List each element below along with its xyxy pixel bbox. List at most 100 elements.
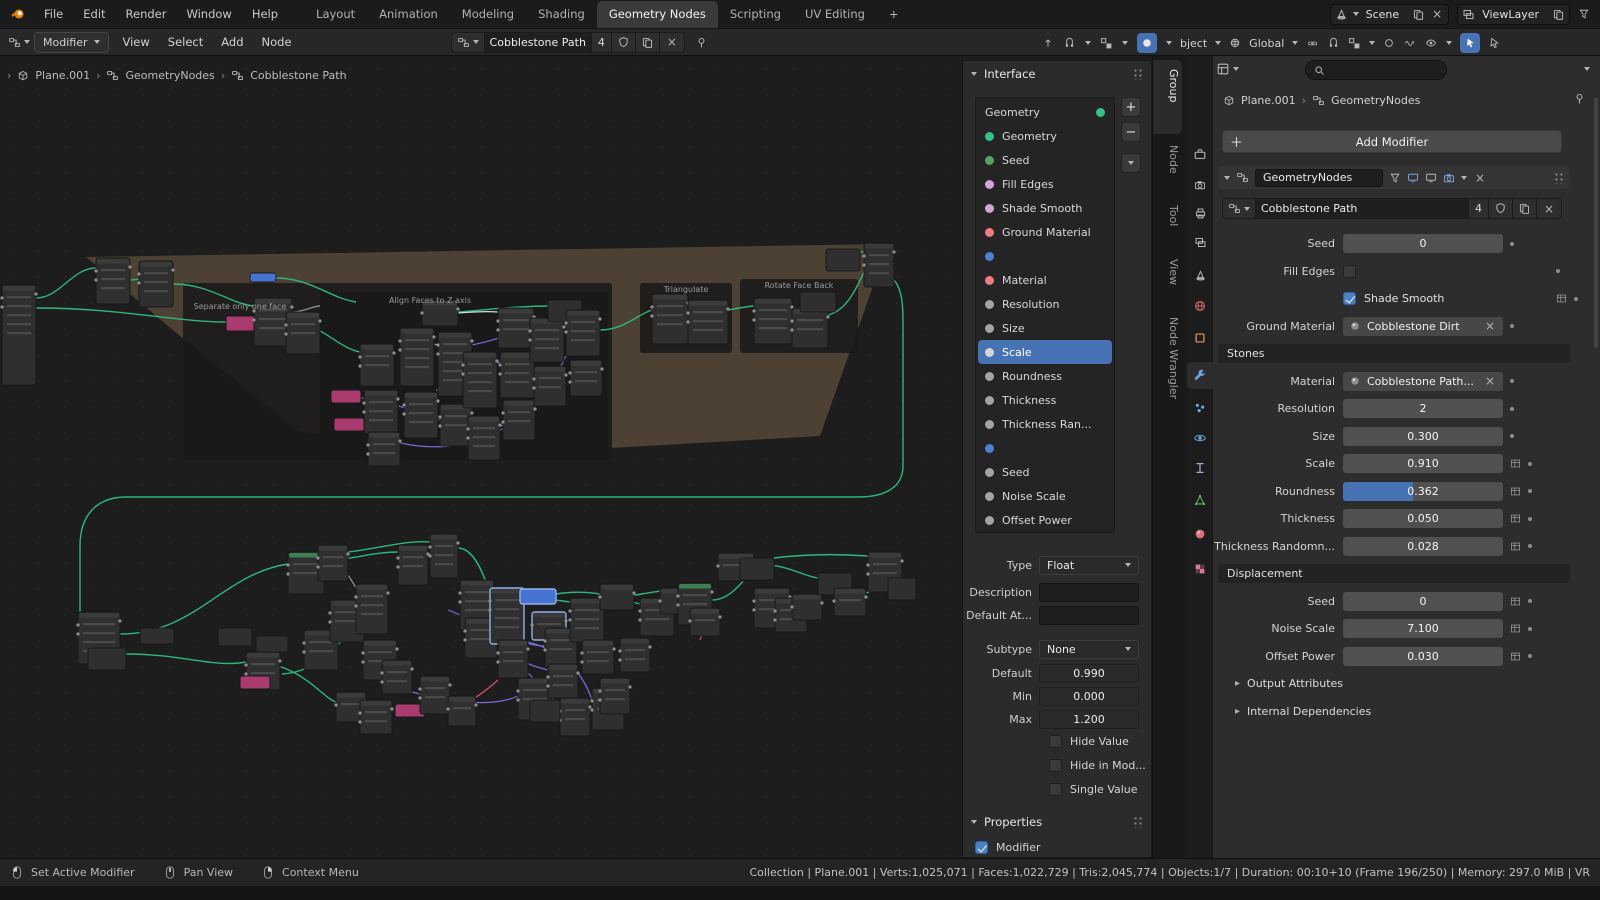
menu-window[interactable]: Window — [176, 7, 241, 21]
node-socket[interactable] — [128, 265, 131, 268]
node[interactable] — [800, 292, 836, 312]
panel-grip-icon[interactable] — [1133, 68, 1143, 80]
node-socket[interactable] — [346, 552, 349, 555]
value-field[interactable]: 0.300 — [1343, 427, 1503, 446]
node-socket[interactable] — [618, 658, 621, 661]
node-socket[interactable] — [290, 305, 293, 308]
node[interactable] — [139, 261, 173, 307]
node-socket[interactable] — [456, 307, 459, 310]
node-socket[interactable] — [598, 698, 601, 701]
new-node-group-button[interactable] — [636, 32, 660, 53]
menu-view[interactable]: View — [113, 35, 158, 49]
node-socket[interactable] — [598, 689, 601, 692]
snap-target-icon[interactable] — [1100, 37, 1113, 50]
remove-socket-button[interactable]: − — [1121, 122, 1141, 142]
node[interactable] — [2, 285, 36, 385]
node-socket[interactable] — [458, 600, 461, 603]
node-socket[interactable] — [590, 708, 593, 711]
node-socket[interactable] — [600, 367, 603, 370]
node-socket[interactable] — [862, 254, 865, 257]
workspace-tab-shading[interactable]: Shading — [526, 1, 597, 28]
node[interactable] — [826, 249, 860, 271]
edit-mode-toggle-icon[interactable] — [1407, 172, 1419, 184]
blender-logo-icon[interactable] — [10, 6, 26, 22]
node-socket[interactable] — [564, 330, 567, 333]
browse-node-group-button[interactable] — [451, 32, 485, 53]
input-attribute-toggle-icon[interactable] — [1510, 623, 1521, 634]
workspace-tab-geometry-nodes[interactable]: Geometry Nodes — [597, 1, 718, 28]
node-socket[interactable] — [334, 703, 337, 706]
overlays-toggle[interactable] — [1137, 33, 1157, 53]
checkbox[interactable] — [1343, 292, 1356, 305]
description-field[interactable] — [1039, 583, 1139, 602]
node-socket[interactable] — [632, 591, 635, 594]
node-socket[interactable] — [284, 332, 287, 335]
properties-tab-view-layer[interactable] — [1187, 229, 1213, 256]
node-socket[interactable] — [0, 305, 3, 308]
checkbox[interactable] — [1049, 735, 1062, 748]
node-socket[interactable] — [568, 371, 571, 374]
node[interactable] — [490, 588, 524, 644]
pin-icon[interactable] — [1573, 92, 1586, 105]
value-field[interactable]: 7.100 — [1343, 619, 1503, 638]
mode-dropdown[interactable]: Modifier — [34, 32, 109, 53]
node-socket[interactable] — [354, 604, 357, 607]
modifier-extras-icon[interactable] — [1461, 176, 1467, 180]
node-socket[interactable] — [436, 343, 439, 346]
new-node-group-button[interactable] — [1513, 198, 1537, 219]
modifier-name-field[interactable]: GeometryNodes — [1255, 169, 1383, 187]
properties-tab-object-data[interactable] — [1187, 486, 1213, 513]
checkbox-row-single-value[interactable]: Single Value — [1049, 783, 1138, 796]
checkbox-row-hide-in-mod-[interactable]: Hide in Mod... — [1049, 759, 1146, 772]
node-socket[interactable] — [318, 319, 321, 322]
properties-tab-modifiers[interactable] — [1187, 362, 1213, 389]
panel-grip-icon[interactable] — [1133, 816, 1143, 828]
node-socket[interactable] — [866, 572, 869, 575]
node-socket[interactable] — [532, 377, 535, 380]
viewlayer-selector[interactable]: ViewLayer — [1457, 4, 1570, 25]
checkbox[interactable] — [1049, 783, 1062, 796]
node-socket[interactable] — [716, 564, 719, 567]
node-socket[interactable] — [568, 609, 571, 612]
node[interactable] — [420, 676, 450, 714]
node-socket[interactable] — [302, 641, 305, 644]
node[interactable] — [226, 316, 258, 331]
properties-tab-constraints[interactable] — [1187, 454, 1213, 481]
properties-tab-tool[interactable] — [1187, 140, 1213, 167]
value-field[interactable]: 0.030 — [1343, 647, 1503, 666]
node-socket[interactable] — [588, 705, 591, 708]
node-socket[interactable] — [302, 650, 305, 653]
node-socket[interactable] — [402, 412, 405, 415]
node-socket[interactable] — [418, 687, 421, 690]
node-socket[interactable] — [466, 436, 469, 439]
node-socket[interactable] — [650, 305, 653, 308]
decorator-dot[interactable] — [1510, 379, 1514, 383]
menu-node[interactable]: Node — [253, 35, 301, 49]
decorator-dot[interactable] — [1528, 599, 1532, 603]
input-attribute-toggle-icon[interactable] — [1510, 458, 1521, 469]
node-socket[interactable] — [638, 609, 641, 612]
node-socket[interactable] — [252, 318, 255, 321]
node-socket[interactable] — [358, 720, 361, 723]
scene-selector[interactable]: Scene × — [1330, 4, 1450, 25]
menu-file[interactable]: File — [34, 7, 73, 21]
breadcrumb-modifier[interactable]: GeometryNodes — [1331, 94, 1420, 107]
node-socket[interactable] — [474, 703, 477, 706]
node-socket[interactable] — [358, 355, 361, 358]
workspace-tab-animation[interactable]: Animation — [367, 1, 450, 28]
value-field[interactable]: 2 — [1343, 399, 1503, 418]
node[interactable] — [463, 352, 497, 408]
proportional-editing-icon[interactable] — [1383, 37, 1395, 49]
node-socket[interactable] — [316, 556, 319, 559]
interface-item-size[interactable]: Size — [978, 316, 1112, 340]
interface-item-offset-power[interactable]: Offset Power — [978, 508, 1112, 532]
node[interactable] — [88, 648, 126, 670]
node[interactable] — [566, 310, 600, 356]
decorator-dot[interactable] — [1510, 407, 1514, 411]
node[interactable] — [500, 352, 534, 398]
node-socket[interactable] — [316, 565, 319, 568]
viewlayer-name[interactable]: ViewLayer — [1480, 8, 1547, 21]
node-socket[interactable] — [752, 599, 755, 602]
node-socket[interactable] — [866, 563, 869, 566]
node[interactable] — [404, 392, 438, 438]
